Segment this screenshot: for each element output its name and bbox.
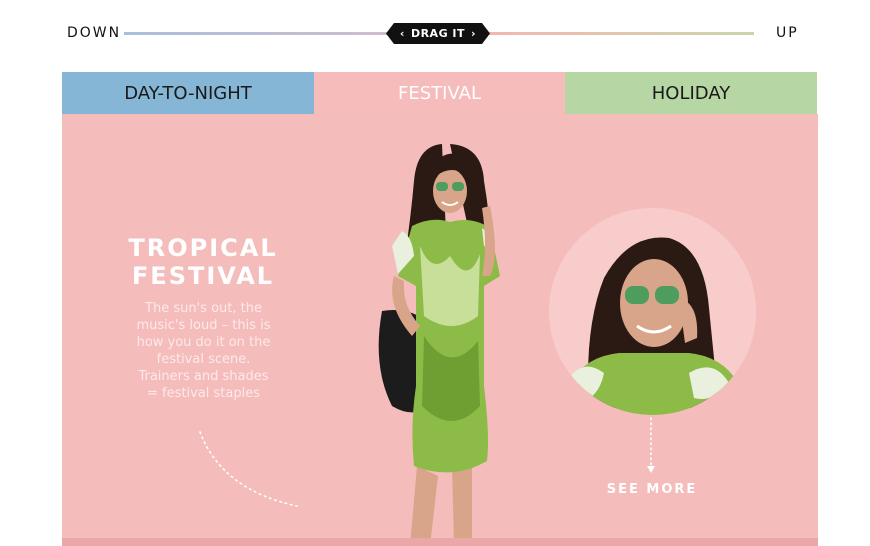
tab-label: DAY-TO-NIGHT <box>124 82 252 104</box>
headline-line-2: FESTIVAL <box>131 262 275 290</box>
chevron-right-icon: › <box>471 27 477 40</box>
panel-description: The sun's out, the music's loud – this i… <box>122 300 285 402</box>
drag-handle[interactable]: ‹ DRAG IT › <box>386 23 490 44</box>
panel-floor <box>62 538 818 546</box>
slider-label-down: DOWN <box>67 25 122 41</box>
closeup-image <box>559 237 749 415</box>
description-line: music's loud – this is <box>136 318 271 333</box>
arrow-down-icon <box>647 417 655 473</box>
description-line: festival scene. <box>156 352 251 367</box>
festival-panel: TROPICAL FESTIVAL The sun's out, the mus… <box>62 114 818 546</box>
tab-holiday[interactable]: HOLIDAY <box>565 72 817 114</box>
see-more-link[interactable]: SEE MORE <box>602 482 702 497</box>
tab-day-to-night[interactable]: DAY-TO-NIGHT <box>62 72 314 114</box>
model-image <box>378 144 500 546</box>
panel-headline: TROPICAL FESTIVAL <box>118 234 288 290</box>
description-line: Trainers and shades <box>138 369 269 384</box>
tab-festival[interactable]: FESTIVAL <box>314 72 565 114</box>
category-tabs: DAY-TO-NIGHT FESTIVAL HOLIDAY <box>62 72 817 114</box>
slider-label-up: UP <box>776 25 799 41</box>
tab-label: FESTIVAL <box>398 82 481 104</box>
chevron-left-icon: ‹ <box>399 27 405 40</box>
description-line: how you do it on the <box>136 335 271 350</box>
description-line: The sun's out, the <box>145 301 262 316</box>
drag-slider: DOWN ‹ DRAG IT › UP <box>0 0 870 66</box>
tab-label: HOLIDAY <box>651 82 731 104</box>
description-line: = festival staples <box>147 386 260 401</box>
headline-line-1: TROPICAL <box>128 234 278 262</box>
model-closeup-circle[interactable] <box>549 208 756 415</box>
drag-handle-label: DRAG IT <box>410 27 466 40</box>
dotted-curve-decoration <box>199 431 298 507</box>
